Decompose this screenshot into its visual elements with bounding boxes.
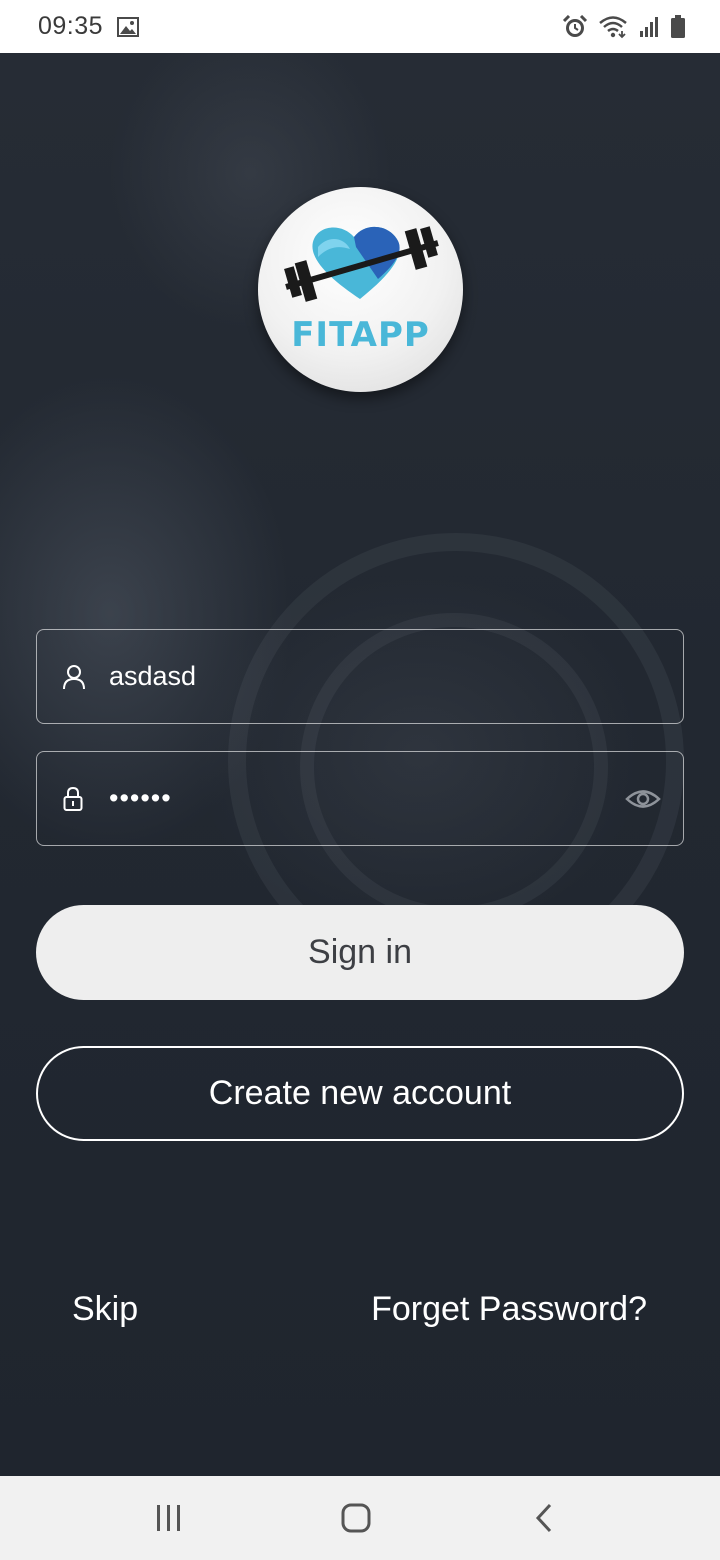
back-icon[interactable] <box>532 1498 556 1538</box>
gallery-icon <box>117 16 140 37</box>
signal-icon <box>638 16 660 38</box>
username-input[interactable] <box>109 630 629 723</box>
lock-icon <box>63 786 83 812</box>
alarm-icon <box>562 14 588 39</box>
home-icon[interactable] <box>340 1498 372 1538</box>
sign-in-button[interactable]: Sign in <box>36 905 684 1000</box>
battery-icon <box>670 14 686 39</box>
recent-apps-icon[interactable] <box>154 1498 184 1538</box>
forget-password-link[interactable]: Forget Password? <box>371 1290 647 1329</box>
status-bar: 09:35 <box>0 0 720 53</box>
skip-link[interactable]: Skip <box>72 1290 138 1329</box>
username-field[interactable] <box>36 629 684 724</box>
eye-icon[interactable] <box>625 786 661 812</box>
logo-text: FITAPP <box>291 315 430 355</box>
app-logo: FITAPP <box>258 187 463 392</box>
wifi-icon <box>598 15 628 39</box>
create-account-button[interactable]: Create new account <box>36 1046 684 1141</box>
user-icon <box>63 664 85 690</box>
password-input[interactable] <box>109 752 629 845</box>
password-field[interactable] <box>36 751 684 846</box>
navigation-bar <box>0 1476 720 1560</box>
status-time: 09:35 <box>38 12 104 40</box>
